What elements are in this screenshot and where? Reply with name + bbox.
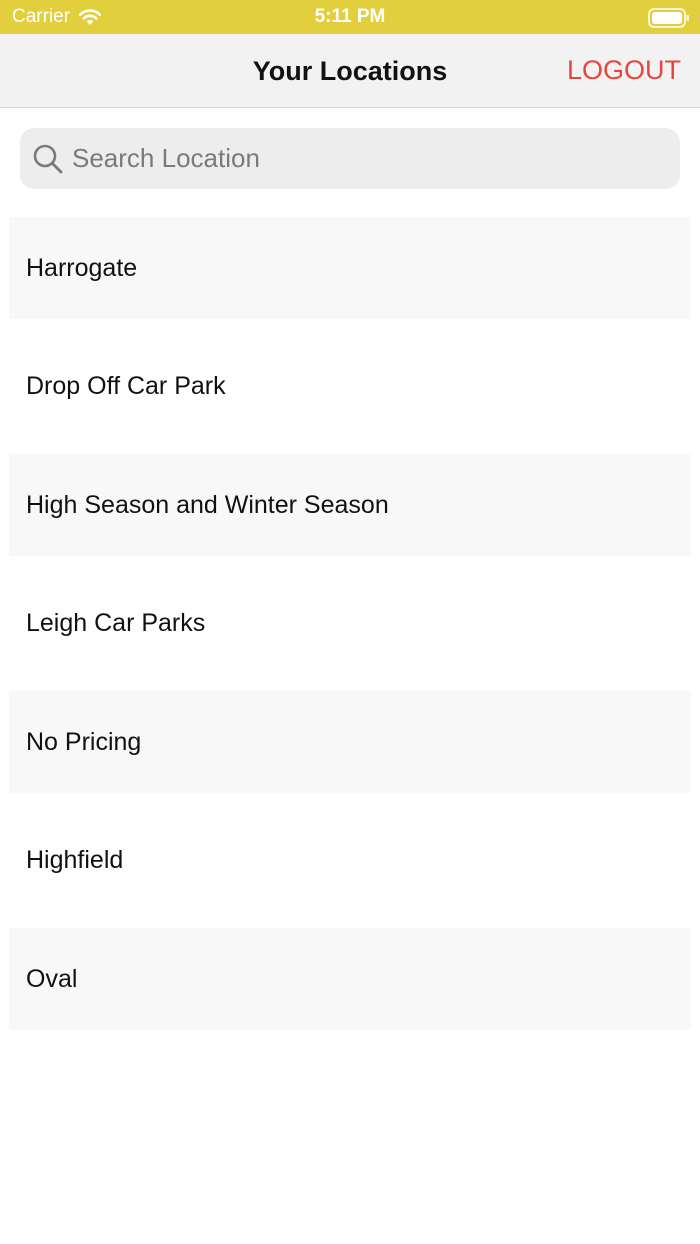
list-item-label: Highfield	[26, 846, 124, 874]
location-list: Harrogate Drop Off Car Park High Season …	[9, 217, 691, 1030]
search-input[interactable]	[72, 138, 680, 179]
search-bar[interactable]	[20, 128, 680, 189]
list-item-label: Harrogate	[26, 253, 138, 282]
list-item-label: No Pricing	[26, 727, 142, 756]
list-item-label: Leigh Car Parks	[26, 609, 206, 637]
battery-icon	[648, 8, 690, 28]
list-item[interactable]: Leigh Car Parks	[9, 556, 691, 691]
clock: 5:11 PM	[314, 6, 386, 27]
list-item-label: Drop Off Car Park	[26, 372, 226, 400]
list-item[interactable]: Highfield	[9, 793, 691, 928]
list-item[interactable]: Drop Off Car Park	[9, 319, 691, 454]
list-item[interactable]: High Season and Winter Season	[9, 454, 691, 556]
status-bar: Carrier 5:11 PM	[0, 0, 700, 34]
logout-button[interactable]: LOGOUT	[567, 55, 681, 85]
navigation-bar: Your Locations LOGOUT	[0, 34, 700, 108]
search-icon	[32, 143, 64, 175]
list-item[interactable]: Oval	[9, 928, 691, 1030]
list-item[interactable]: No Pricing	[9, 691, 691, 793]
list-item-label: Oval	[26, 964, 78, 993]
list-item[interactable]: Harrogate	[9, 217, 691, 319]
list-item-label: High Season and Winter Season	[26, 490, 389, 519]
